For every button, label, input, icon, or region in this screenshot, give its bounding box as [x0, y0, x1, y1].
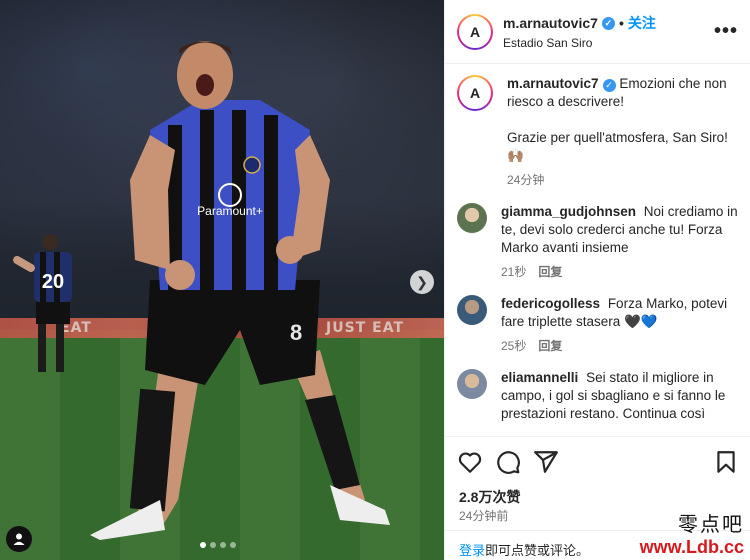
separator: • — [618, 15, 624, 31]
blue-heart-icon: 💙 — [640, 314, 658, 329]
commenter-avatar[interactable] — [457, 295, 487, 325]
follow-button[interactable]: 关注 — [628, 13, 656, 33]
reply-button[interactable]: 回复 — [538, 337, 562, 355]
verified-icon: ✓ — [602, 78, 616, 92]
list-item: giamma_gudjohnsen Noi crediamo in te, de… — [457, 203, 739, 281]
comment-username[interactable]: eliamannelli — [501, 370, 578, 385]
post-media[interactable]: EAT JUST EAT 20 8 Paramount+ ❯ — [0, 0, 444, 560]
comment-time: 25秒 — [501, 339, 527, 353]
caption-username[interactable]: m.arnautovic7 — [507, 76, 599, 91]
comment-username[interactable]: federicogolless — [501, 296, 600, 311]
login-link[interactable]: 登录 — [459, 543, 485, 558]
like-count[interactable]: 2.8万次赞 — [459, 487, 520, 507]
watermark-cn: 零点吧 — [678, 512, 744, 536]
carousel-dot — [230, 542, 236, 548]
watermark-url: www.Ldb.cc — [639, 537, 744, 557]
bg-player-number: 20 — [42, 271, 64, 293]
comments-list[interactable]: A m.arnautovic7 ✓ Emozioni che non riesco… — [445, 65, 750, 435]
verified-icon: ✓ — [601, 16, 615, 30]
site-watermark: 零点吧 www.Ldb.cc — [640, 508, 744, 558]
post-time: 24分钟前 — [459, 509, 509, 523]
carousel-dots — [200, 542, 236, 548]
more-options-button[interactable]: ••• — [714, 20, 738, 43]
author-username[interactable]: m.arnautovic7 — [503, 15, 598, 31]
background-player: 20 — [13, 234, 72, 372]
more-icon: ••• — [713, 20, 738, 42]
avatar[interactable]: A — [457, 75, 493, 111]
comment-icon[interactable] — [495, 449, 521, 475]
heart-icon[interactable] — [457, 449, 483, 475]
carousel-dot — [220, 542, 226, 548]
shorts-number: 8 — [290, 320, 302, 345]
carousel-dot — [200, 542, 206, 548]
next-image-button[interactable]: ❯ — [410, 270, 434, 294]
black-heart-icon: 🖤 — [624, 314, 641, 329]
bookmark-icon[interactable] — [713, 449, 739, 475]
list-item: federicogolless Forza Marko, potevi fare… — [457, 295, 739, 355]
caption: A m.arnautovic7 ✓ Emozioni che non riesco… — [457, 75, 739, 189]
main-player: 8 Paramount+ — [90, 41, 390, 540]
avatar[interactable]: A — [457, 13, 493, 50]
comment-time: 21秒 — [501, 265, 527, 279]
caption-text-2: Grazie per quell'atmosfera, San Siro! 🙌🏽 — [507, 130, 728, 163]
caption-time: 24分钟 — [507, 173, 545, 187]
tagged-users-button[interactable] — [6, 526, 32, 552]
post-header: A m.arnautovic7 ✓ • 关注 Estadio San Siro … — [445, 0, 750, 64]
chevron-right-icon: ❯ — [416, 273, 428, 290]
share-icon[interactable] — [533, 449, 559, 475]
carousel-dot — [210, 542, 216, 548]
location-link[interactable]: Estadio San Siro — [503, 36, 714, 50]
comment-username[interactable]: giamma_gudjohnsen — [501, 204, 636, 219]
list-item: eliamannelli Sei stato il migliore in ca… — [457, 369, 739, 423]
login-prompt-text: 即可点赞或评论。 — [485, 543, 590, 558]
reply-button[interactable]: 回复 — [538, 263, 562, 281]
action-bar — [445, 436, 750, 486]
post-panel: A m.arnautovic7 ✓ • 关注 Estadio San Siro … — [444, 0, 750, 560]
commenter-avatar[interactable] — [457, 203, 487, 233]
user-icon — [13, 533, 25, 545]
commenter-avatar[interactable] — [457, 369, 487, 399]
